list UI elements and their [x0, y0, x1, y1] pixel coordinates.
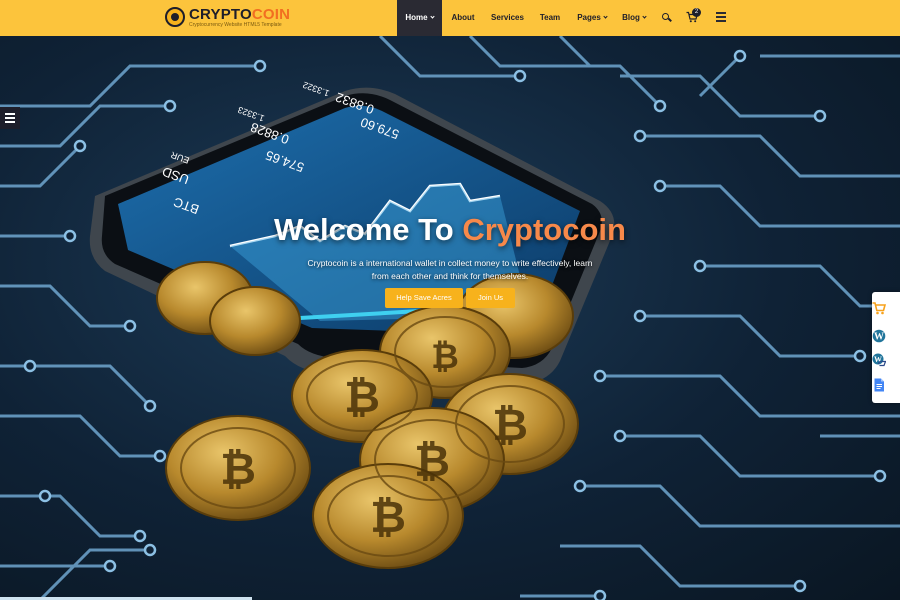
screen-value-5: 1.3323: [236, 105, 265, 124]
search-icon[interactable]: [662, 13, 672, 22]
chevron-down-icon: [603, 14, 608, 19]
settings-sliders-icon[interactable]: [0, 107, 20, 129]
nav-item-team[interactable]: Team: [534, 0, 566, 36]
woocommerce-icon[interactable]: W: [872, 353, 886, 367]
wordpress-icon[interactable]: W: [872, 329, 886, 343]
coin-logo-icon: [165, 7, 185, 27]
svg-text:₿: ₿: [344, 372, 380, 423]
svg-text:₿: ₿: [414, 436, 450, 487]
logo-title: CRYPTOCOIN: [189, 6, 291, 23]
nav-item-services[interactable]: Services: [485, 0, 530, 36]
svg-text:₿: ₿: [370, 492, 406, 543]
svg-text:₿: ₿: [431, 337, 459, 377]
svg-text:W: W: [874, 332, 884, 343]
nav-item-blog[interactable]: Blog: [618, 0, 650, 36]
nav-item-pages[interactable]: Pages: [572, 0, 612, 36]
svg-text:₿: ₿: [492, 400, 528, 451]
svg-text:W: W: [874, 355, 882, 364]
hero-background-image: BTC USD EUR 574.65 0.8828 579.60 0.8832 …: [0, 36, 900, 600]
nav-item-home[interactable]: Home: [397, 0, 442, 36]
join-us-button[interactable]: Join Us: [466, 288, 515, 308]
cart-count-badge: 2: [692, 8, 701, 17]
side-panel: W W: [872, 292, 900, 403]
hero-subtitle: Cryptocoin is a international wallet in …: [307, 258, 593, 281]
logo[interactable]: CRYPTOCOIN Cryptocurrency Website HTML5 …: [165, 6, 290, 32]
hero-section: BTC USD EUR 574.65 0.8828 579.60 0.8832 …: [0, 36, 900, 600]
help-save-acres-button[interactable]: Help Save Acres: [385, 288, 463, 308]
nav-item-about[interactable]: About: [444, 0, 482, 36]
site-header: CRYPTOCOIN Cryptocurrency Website HTML5 …: [0, 0, 900, 36]
chevron-down-icon: [642, 14, 647, 19]
screen-label-eur: EUR: [169, 149, 191, 165]
cart-icon[interactable]: [872, 301, 886, 315]
logo-tagline: Cryptocurrency Website HTML5 Template: [189, 22, 282, 28]
google-docs-icon[interactable]: [872, 378, 886, 392]
chevron-down-icon: [429, 14, 435, 19]
svg-text:₿: ₿: [220, 444, 256, 495]
hero-title: Welcome To Cryptocoin: [274, 212, 626, 247]
screen-value-6: 1.3322: [301, 80, 330, 99]
hamburger-menu-icon[interactable]: [716, 12, 726, 22]
